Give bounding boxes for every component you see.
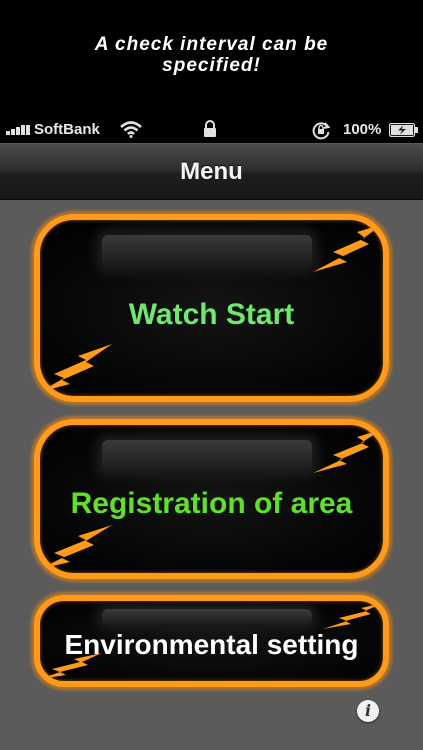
lightning-bolt-icon	[323, 603, 383, 629]
lightning-bolt-icon	[40, 525, 112, 569]
app-screen: A check interval can be specified! SoftB…	[0, 0, 423, 750]
lightning-bolt-icon	[313, 224, 383, 272]
promo-caption-line2: specified!	[162, 55, 261, 76]
page-title: Menu	[180, 158, 243, 185]
registration-of-area-label: Registration of area	[70, 487, 353, 520]
watch-start-label: Watch Start	[128, 298, 295, 331]
info-button[interactable]: i	[357, 700, 379, 722]
button-gloss	[102, 235, 312, 267]
rotation-lock-icon	[312, 122, 331, 140]
button-gloss	[102, 440, 312, 472]
environmental-setting-button[interactable]: Environmental setting	[34, 595, 389, 687]
promo-caption: A check interval can be specified!	[0, 34, 423, 76]
menu-content: Watch Start Registration of area Environ…	[0, 200, 423, 750]
button-gloss	[102, 609, 312, 625]
battery-percent: 100%	[343, 121, 382, 138]
promo-caption-line1: A check interval can be	[94, 34, 329, 55]
lock-icon	[204, 120, 216, 137]
carrier-name: SoftBank	[34, 121, 100, 138]
signal-icon	[6, 125, 32, 135]
environmental-setting-label: Environmental setting	[64, 629, 359, 660]
lightning-bolt-icon	[40, 344, 112, 392]
registration-of-area-button[interactable]: Registration of area	[34, 419, 389, 579]
navigation-bar: Menu	[0, 143, 423, 200]
lightning-bolt-icon	[313, 429, 383, 473]
battery-charging-icon	[389, 123, 418, 137]
wifi-icon	[120, 121, 142, 138]
status-bar: SoftBank 100%	[0, 117, 423, 143]
watch-start-button[interactable]: Watch Start	[34, 214, 389, 402]
